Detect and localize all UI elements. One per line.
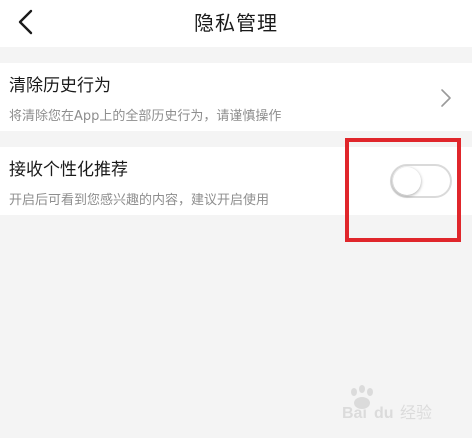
svg-text:Bai: Bai (342, 405, 367, 422)
svg-text:经验: 经验 (400, 403, 432, 422)
chevron-right-icon (441, 89, 451, 107)
navigation-bar: 隐私管理 (0, 0, 472, 47)
personalized-recommend-title: 接收个性化推荐 (9, 160, 128, 180)
highlight-annotation-box (345, 138, 461, 242)
personalized-recommend-description: 开启后可看到您感兴趣的内容，建议开启使用 (9, 193, 270, 208)
svg-text:du: du (374, 405, 394, 422)
clear-history-description: 将清除您在App上的全部历史行为，请谨慎操作 (9, 109, 282, 124)
clear-history-title: 清除历史行为 (9, 76, 111, 96)
page-title: 隐私管理 (194, 11, 278, 35)
baidu-jingyan-watermark-logo: Bai du 经验 (342, 385, 432, 422)
clear-history-row[interactable]: 清除历史行为 将清除您在App上的全部历史行为，请谨慎操作 (0, 63, 472, 131)
